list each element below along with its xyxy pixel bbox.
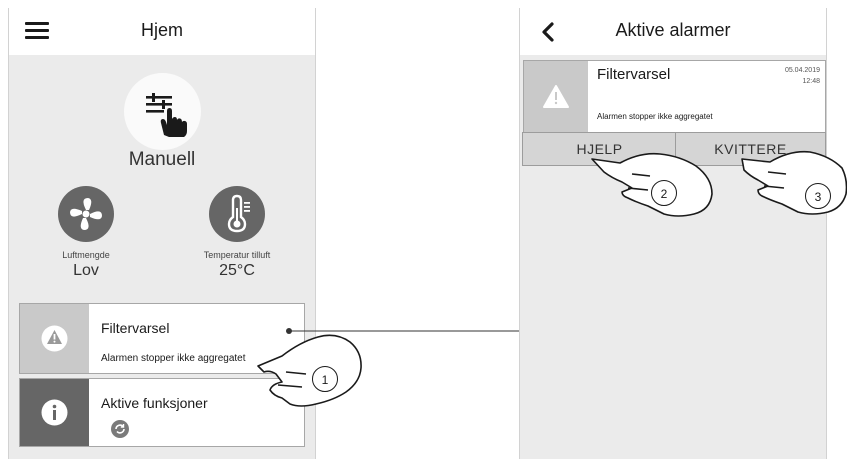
connector-dot: [286, 328, 292, 334]
pointing-hand-icon: [257, 334, 362, 407]
callout-3: 3: [805, 183, 831, 209]
callout-2: 2: [651, 180, 677, 206]
pointing-hand-icon: [741, 150, 847, 215]
callout-1: 1: [312, 366, 338, 392]
pointing-hand-icon: [591, 152, 713, 217]
annotation-overlay: [257, 150, 847, 407]
